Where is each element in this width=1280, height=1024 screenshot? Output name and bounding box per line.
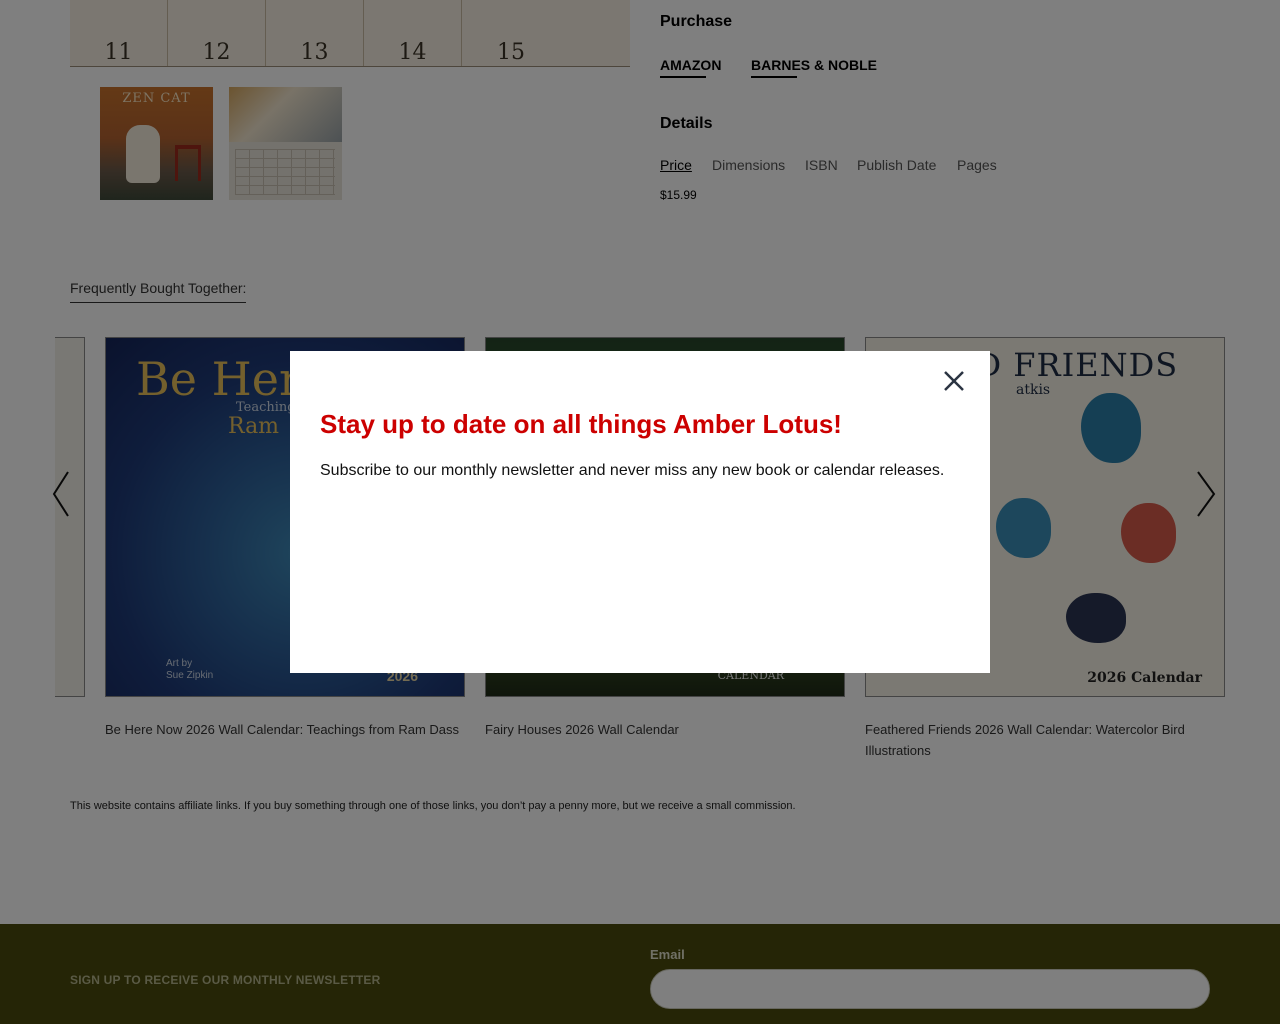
modal-text: Subscribe to our monthly newsletter and … <box>320 462 945 479</box>
close-icon[interactable] <box>940 367 968 395</box>
modal-title: Stay up to date on all things Amber Lotu… <box>320 409 842 439</box>
newsletter-modal: Stay up to date on all things Amber Lotu… <box>290 351 990 673</box>
